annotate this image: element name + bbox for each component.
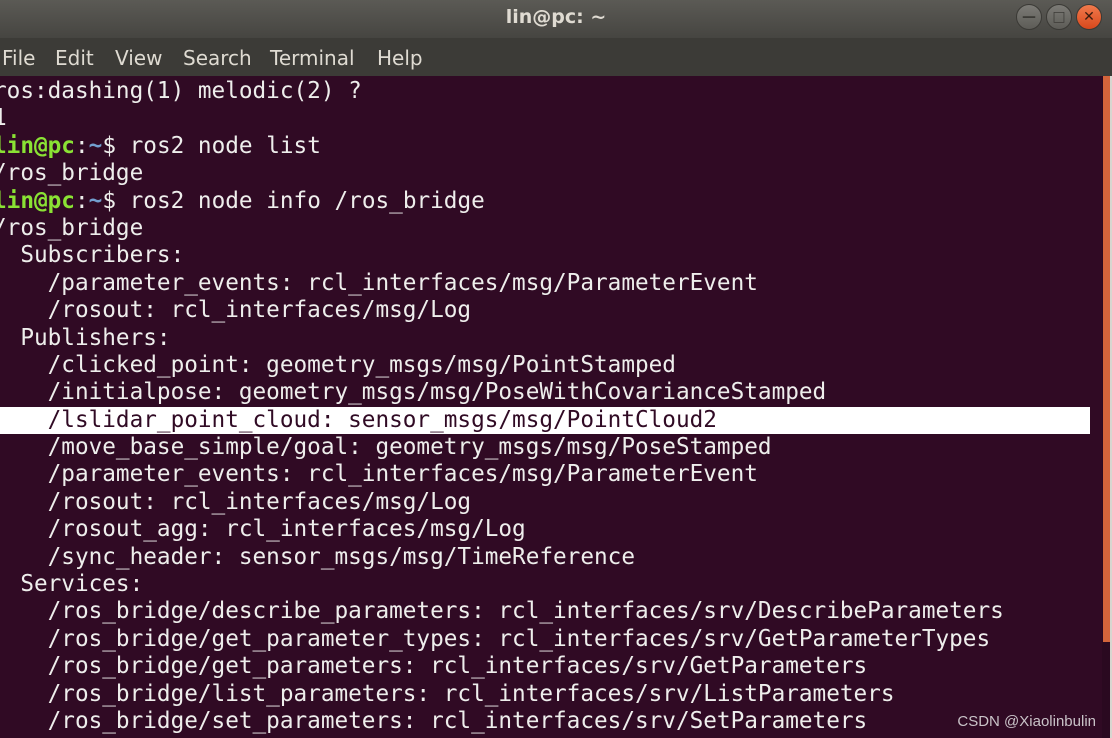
terminal-line: /ros_bridge/get_parameter_types: rcl_int… [0, 626, 1090, 653]
terminal-line: 1 [0, 105, 1090, 132]
output-text: /move_base_simple/goal: geometry_msgs/ms… [0, 434, 772, 461]
command-text: ros2 node list [129, 132, 321, 159]
terminal-line: /ros_bridge/list_parameters: rcl_interfa… [0, 681, 1090, 708]
output-text: /rosout: rcl_interfaces/msg/Log [0, 488, 472, 515]
output-text: Subscribers: [0, 242, 185, 269]
output-text: /ros_bridge/list_parameters: rcl_interfa… [0, 680, 895, 707]
output-text: /rosout: rcl_interfaces/msg/Log [0, 297, 472, 324]
terminal-line: /initialpose: geometry_msgs/msg/PoseWith… [0, 379, 1090, 406]
output-text: /ros_bridge/get_parameters: rcl_interfac… [0, 653, 868, 680]
command-text: ros2 node info /ros_bridge [129, 187, 485, 214]
output-text: Publishers: [0, 324, 171, 351]
output-text: /ros_bridge/get_parameter_types: rcl_int… [0, 625, 991, 652]
menu-bar: File Edit View Search Terminal Help [0, 38, 1112, 76]
terminal-lines: ros:dashing(1) melodic(2) ?1lin@pc:~$ ro… [0, 78, 1090, 735]
prompt-symbol: $ [102, 132, 130, 159]
output-text: 1 [0, 105, 7, 131]
output-text: /sync_header: sensor_msgs/msg/TimeRefere… [0, 543, 635, 570]
prompt-symbol: $ [102, 187, 130, 214]
output-text: /initialpose: geometry_msgs/msg/PoseWith… [0, 379, 827, 406]
prompt-user: lin@pc [0, 132, 75, 159]
output-text: Services: [0, 571, 144, 598]
menu-view[interactable]: View [115, 46, 162, 70]
terminal-line: lin@pc:~$ ros2 node list [0, 133, 1090, 160]
title-bar[interactable]: lin@pc: ~ — □ ✕ [0, 0, 1112, 38]
terminal-line: /sync_header: sensor_msgs/msg/TimeRefere… [0, 544, 1090, 571]
menu-edit[interactable]: Edit [55, 46, 94, 70]
terminal-line: /parameter_events: rcl_interfaces/msg/Pa… [0, 461, 1090, 488]
prompt-path: ~ [88, 132, 103, 159]
terminal-line: /ros_bridge [0, 215, 1090, 242]
menu-file[interactable]: File [2, 46, 35, 70]
terminal-line: /clicked_point: geometry_msgs/msg/PointS… [0, 352, 1090, 379]
output-text: ros:dashing(1) melodic(2) ? [0, 78, 362, 104]
terminal-line: ros:dashing(1) melodic(2) ? [0, 78, 1090, 105]
output-text: /ros_bridge [0, 214, 144, 241]
prompt-user: lin@pc [0, 187, 75, 214]
prompt-path: ~ [88, 187, 103, 214]
terminal-line: /ros_bridge/set_parameters: rcl_interfac… [0, 708, 1090, 735]
minimize-button[interactable]: — [1016, 4, 1042, 30]
terminal-line: /rosout_agg: rcl_interfaces/msg/Log [0, 516, 1090, 543]
output-text: /rosout_agg: rcl_interfaces/msg/Log [0, 516, 526, 543]
terminal-line: /ros_bridge/get_parameters: rcl_interfac… [0, 653, 1090, 680]
window-title: lin@pc: ~ [505, 6, 607, 28]
output-text: /lslidar_point_cloud: sensor_msgs/msg/Po… [0, 406, 717, 433]
highlighted-line: /lslidar_point_cloud: sensor_msgs/msg/Po… [0, 406, 1090, 435]
menu-help[interactable]: Help [377, 46, 423, 70]
terminal-line: /ros_bridge [0, 160, 1090, 187]
terminal-line: /parameter_events: rcl_interfaces/msg/Pa… [0, 270, 1090, 297]
terminal-output[interactable]: ros:dashing(1) melodic(2) ?1lin@pc:~$ ro… [0, 76, 1102, 738]
terminal-line: /rosout: rcl_interfaces/msg/Log [0, 297, 1090, 324]
scrollbar-thumb[interactable] [1103, 76, 1110, 642]
terminal-line: /move_base_simple/goal: geometry_msgs/ms… [0, 434, 1090, 461]
output-text: /ros_bridge [0, 160, 144, 187]
prompt-colon: : [74, 187, 89, 214]
menu-search[interactable]: Search [183, 46, 252, 70]
prompt-colon: : [74, 132, 89, 159]
output-text: /parameter_events: rcl_interfaces/msg/Pa… [0, 269, 758, 296]
menu-terminal[interactable]: Terminal [270, 46, 355, 70]
output-text: /clicked_point: geometry_msgs/msg/PointS… [0, 351, 676, 378]
terminal-line: Subscribers: [0, 242, 1090, 269]
terminal-line: /rosout: rcl_interfaces/msg/Log [0, 489, 1090, 516]
terminal-line: /ros_bridge/describe_parameters: rcl_int… [0, 598, 1090, 625]
output-text: /ros_bridge/describe_parameters: rcl_int… [0, 598, 1004, 625]
terminal-line: Publishers: [0, 325, 1090, 352]
watermark: CSDN @Xiaolinbulin [957, 713, 1096, 730]
maximize-button[interactable]: □ [1046, 4, 1072, 30]
output-text: /ros_bridge/set_parameters: rcl_interfac… [0, 707, 868, 734]
terminal-line: lin@pc:~$ ros2 node info /ros_bridge [0, 188, 1090, 215]
output-text: /parameter_events: rcl_interfaces/msg/Pa… [0, 461, 758, 488]
close-button[interactable]: ✕ [1076, 4, 1102, 30]
terminal-line: Services: [0, 571, 1090, 598]
